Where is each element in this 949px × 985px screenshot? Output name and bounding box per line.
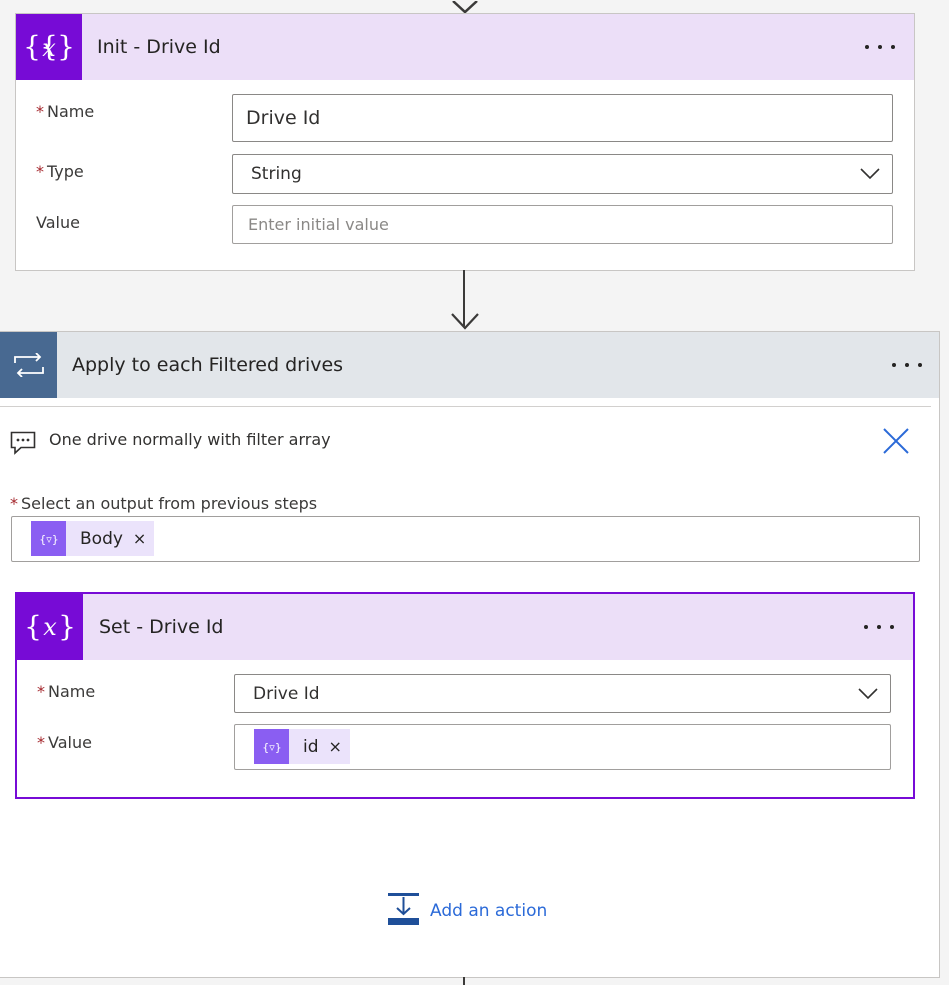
add-action-icon — [388, 893, 419, 929]
init-card-title: Init - Drive Id — [97, 36, 221, 58]
chevron-down-icon — [858, 675, 878, 712]
id-token[interactable]: {▿} id × — [254, 729, 350, 764]
svg-text:{: { — [24, 30, 41, 63]
set-name-value: Drive Id — [253, 683, 320, 704]
apply-to-each-header[interactable]: Apply to each Filtered drives — [0, 332, 939, 398]
name-input[interactable]: Drive Id — [232, 94, 893, 142]
set-name-label: * Name — [37, 682, 96, 701]
value-label: Value — [36, 213, 80, 232]
select-output-input[interactable]: {▿} Body × — [11, 516, 920, 562]
remove-token-icon[interactable]: × — [329, 737, 350, 756]
svg-text:{▿}: {▿} — [40, 533, 58, 546]
variable-icon: { x } — [17, 594, 83, 660]
set-variable-card: { x } Set - Drive Id * Name Drive Id * Val… — [15, 592, 915, 799]
name-label: * Name — [36, 102, 95, 121]
body-token-label: Body — [80, 528, 123, 549]
add-action-label: Add an action — [430, 901, 548, 921]
expression-icon: {▿} — [31, 521, 66, 556]
loop-icon — [0, 332, 57, 398]
comment-text: One drive normally with filter array — [49, 430, 331, 449]
variable-icon: { x } { — [16, 14, 82, 80]
init-variable-card: { x } { Init - Drive Id * Name Drive Id *… — [15, 13, 915, 271]
type-dropdown[interactable]: String — [232, 154, 893, 194]
chevron-down-icon — [860, 155, 880, 193]
svg-text:{: { — [25, 610, 42, 643]
more-dots-icon[interactable] — [860, 14, 900, 80]
select-output-label: * Select an output from previous steps — [10, 494, 318, 513]
set-card-title: Set - Drive Id — [99, 616, 224, 638]
svg-text:x: x — [43, 613, 57, 641]
type-dropdown-value: String — [251, 164, 302, 184]
expression-icon: {▿} — [254, 729, 289, 764]
set-card-header[interactable]: { x } Set - Drive Id — [17, 594, 913, 660]
body-token[interactable]: {▿} Body × — [31, 521, 155, 556]
svg-text:}: } — [57, 30, 74, 63]
comment-icon — [10, 431, 36, 459]
more-dots-icon[interactable] — [887, 332, 927, 398]
value-input-placeholder: Enter initial value — [248, 215, 389, 234]
type-label: * Type — [36, 162, 84, 181]
name-input-value: Drive Id — [246, 107, 321, 129]
value-input[interactable]: Enter initial value — [232, 205, 893, 244]
connector-line — [463, 977, 465, 985]
init-card-header[interactable]: { x } { Init - Drive Id — [16, 14, 914, 80]
svg-text:x: x — [42, 34, 56, 62]
add-action-button[interactable]: Add an action — [388, 893, 547, 929]
top-connector-arrow — [449, 0, 481, 14]
header-divider — [0, 406, 931, 407]
set-value-input[interactable]: {▿} id × — [234, 724, 891, 770]
svg-text:}: } — [58, 610, 75, 643]
close-icon[interactable] — [882, 427, 910, 459]
apply-to-each-title: Apply to each Filtered drives — [72, 354, 344, 376]
id-token-label: id — [303, 736, 319, 757]
svg-text:{▿}: {▿} — [263, 741, 281, 754]
remove-token-icon[interactable]: × — [133, 529, 154, 548]
set-value-label: * Value — [37, 733, 92, 752]
set-name-dropdown[interactable]: Drive Id — [234, 674, 891, 713]
more-dots-icon[interactable] — [859, 594, 899, 660]
